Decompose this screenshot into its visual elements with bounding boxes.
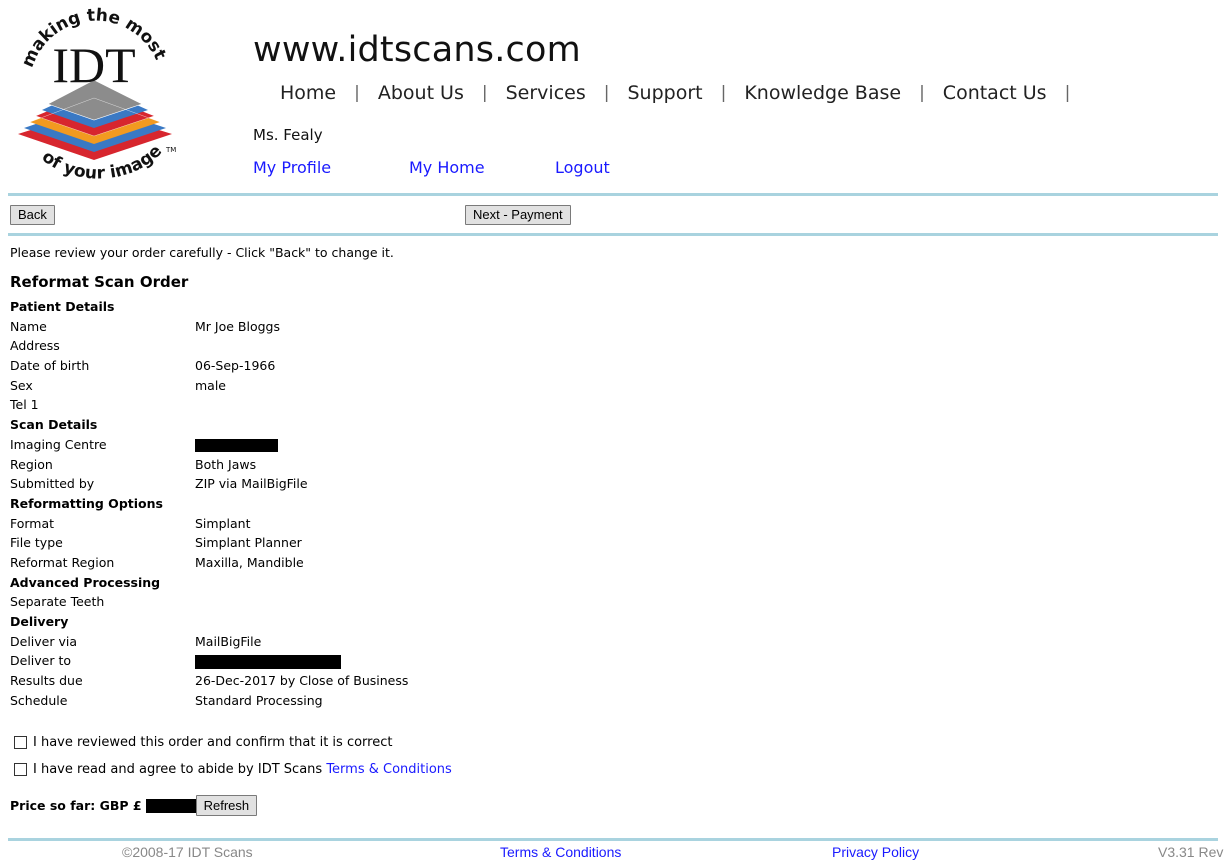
privacy-policy-link[interactable]: Privacy Policy	[832, 844, 919, 860]
version-text: V3.31 Rev	[1158, 844, 1224, 860]
section-header: Advanced Processing	[10, 573, 710, 593]
logout-link[interactable]: Logout	[555, 158, 610, 177]
field-label: Tel 1	[10, 397, 39, 413]
field-label: Deliver via	[10, 633, 77, 649]
my-home-link[interactable]: My Home	[409, 158, 485, 177]
field-label: Address	[10, 338, 60, 354]
field-value: Simplant Planner	[195, 535, 302, 551]
next-payment-button[interactable]: Next - Payment	[465, 205, 571, 225]
detail-row: Deliver to	[10, 651, 710, 671]
detail-row: Format Simplant	[10, 514, 710, 534]
detail-row: Date of birth 06-Sep-1966	[10, 356, 710, 376]
field-label: Schedule	[10, 692, 68, 708]
field-value: Mr Joe Bloggs	[195, 318, 280, 334]
reviewed-confirm-row: I have reviewed this order and confirm t…	[14, 735, 392, 750]
nav-separator: |	[720, 83, 727, 103]
reviewed-checkbox[interactable]	[14, 736, 27, 749]
field-label: Reformat Region	[10, 554, 115, 570]
terms-link[interactable]: Terms & Conditions	[326, 762, 452, 777]
idt-logo: making the most IDT of your image TM	[18, 5, 176, 183]
logo-idt-text: IDT	[52, 37, 135, 93]
detail-row: Tel 1	[10, 395, 710, 415]
section-title: Advanced Processing	[10, 574, 161, 590]
field-label: Sex	[10, 377, 33, 393]
field-label: Name	[10, 318, 47, 334]
field-label: Results due	[10, 673, 83, 689]
field-value: Maxilla, Mandible	[195, 554, 304, 570]
section-header: Patient Details	[10, 297, 710, 317]
section-title: Reformatting Options	[10, 495, 163, 511]
price-row: Price so far: GBP £ Refresh	[10, 795, 258, 816]
detail-row: Address	[10, 336, 710, 356]
redacted-imaging-centre	[195, 438, 278, 452]
nav-contact-us[interactable]: Contact Us	[943, 82, 1047, 104]
detail-row: Reformat Region Maxilla, Mandible	[10, 553, 710, 573]
order-title: Reformat Scan Order	[10, 273, 189, 291]
section-header: Scan Details	[10, 415, 710, 435]
field-label: Deliver to	[10, 653, 72, 669]
copyright: ©2008-17 IDT Scans	[122, 844, 253, 860]
detail-row: Sex male	[10, 376, 710, 396]
section-title: Scan Details	[10, 417, 98, 433]
price-label: Price so far: GBP £	[10, 798, 142, 813]
nav-separator: |	[1064, 83, 1071, 103]
divider	[8, 838, 1218, 841]
section-header: Reformatting Options	[10, 494, 710, 514]
divider	[8, 233, 1218, 236]
redacted-deliver-to	[195, 654, 341, 669]
field-value: Simplant	[195, 515, 251, 531]
terms-checkbox[interactable]	[14, 763, 27, 776]
detail-row: Deliver via MailBigFile	[10, 632, 710, 652]
section-title: Patient Details	[10, 299, 115, 314]
nav-separator: |	[919, 83, 925, 103]
detail-row: Results due 26-Dec-2017 by Close of Busin…	[10, 671, 710, 691]
detail-row: Schedule Standard Processing	[10, 691, 710, 711]
section-title: Delivery	[10, 614, 69, 629]
detail-row: Name Mr Joe Bloggs	[10, 317, 710, 337]
main-nav: Home | About Us | Services | Support | K…	[280, 82, 1088, 104]
field-value: 26-Dec-2017 by Close of Business	[195, 673, 409, 689]
field-value: MailBigFile	[195, 633, 262, 649]
section-header: Delivery	[10, 612, 710, 632]
review-notice: Please review your order carefully - Cli…	[10, 245, 394, 260]
field-value: Standard Processing	[195, 692, 323, 708]
site-title: www.idtscans.com	[253, 30, 581, 70]
detail-row: Separate Teeth	[10, 592, 710, 612]
field-label: Region	[10, 456, 53, 472]
my-profile-link[interactable]: My Profile	[253, 158, 331, 177]
field-label: File type	[10, 535, 63, 551]
nav-about-us[interactable]: About Us	[378, 82, 464, 104]
redacted-price	[145, 798, 196, 813]
order-details: Patient Details Name Mr Joe Bloggs Addres…	[10, 297, 710, 710]
back-button[interactable]: Back	[10, 205, 55, 225]
detail-row: Imaging Centre	[10, 435, 710, 455]
field-label: Separate Teeth	[10, 594, 105, 610]
terms-confirm-row: I have read and agree to abide by IDT Sc…	[14, 762, 452, 777]
detail-row: File type Simplant Planner	[10, 533, 710, 553]
refresh-button[interactable]: Refresh	[195, 795, 258, 816]
detail-row: Submitted by ZIP via MailBigFile	[10, 474, 710, 494]
logo-trademark: TM	[165, 146, 176, 154]
field-value: Both Jaws	[195, 456, 257, 472]
terms-label: I have read and agree to abide by IDT Sc…	[33, 762, 327, 777]
field-value: ZIP via MailBigFile	[195, 476, 308, 492]
field-value: 06-Sep-1966	[195, 358, 276, 374]
field-label: Date of birth	[10, 358, 90, 374]
user-name: Ms. Fealy	[253, 126, 323, 144]
nav-separator: |	[603, 83, 610, 103]
field-label: Submitted by	[10, 476, 95, 492]
field-label: Imaging Centre	[10, 436, 107, 452]
divider	[8, 193, 1218, 196]
nav-separator: |	[354, 83, 360, 103]
field-value: male	[195, 377, 226, 393]
reviewed-label: I have reviewed this order and confirm t…	[33, 735, 393, 750]
nav-separator: |	[481, 83, 488, 103]
nav-support[interactable]: Support	[627, 82, 702, 104]
nav-home[interactable]: Home	[280, 82, 336, 104]
field-label: Format	[10, 515, 55, 531]
nav-knowledge-base[interactable]: Knowledge Base	[744, 82, 901, 104]
nav-services[interactable]: Services	[506, 82, 586, 104]
detail-row: Region Both Jaws	[10, 455, 710, 475]
footer-terms-link[interactable]: Terms & Conditions	[500, 844, 621, 860]
